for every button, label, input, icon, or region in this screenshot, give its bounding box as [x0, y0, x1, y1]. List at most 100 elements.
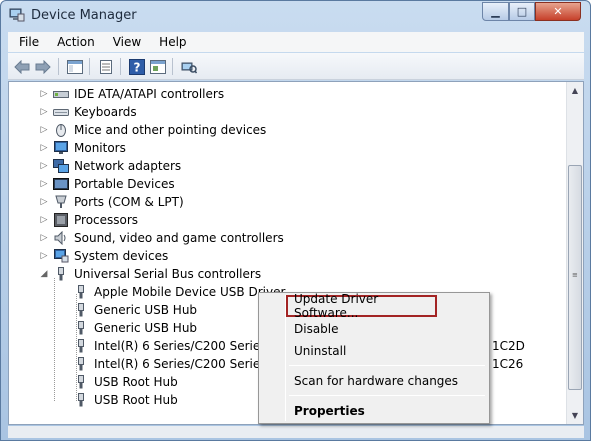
device-manager-icon: [9, 8, 25, 22]
minimize-icon: ▁: [491, 5, 500, 18]
usb-device-label: Generic USB Hub: [94, 303, 198, 317]
usb-device-item[interactable]: Generic USB Hub: [69, 319, 197, 337]
help-icon: ?: [129, 58, 145, 75]
expand-arrow-icon[interactable]: ▷: [39, 89, 49, 99]
scan-hardware-button[interactable]: [179, 57, 199, 76]
update-driver-button[interactable]: [148, 57, 168, 76]
tree-item-label: Universal Serial Bus controllers: [74, 267, 262, 281]
scroll-up-button[interactable]: ▲: [567, 82, 583, 99]
tree-item-system[interactable]: ▷ System devices: [39, 247, 168, 265]
menu-view[interactable]: View: [102, 35, 148, 49]
usb-device-icon: [78, 375, 84, 389]
expand-arrow-icon[interactable]: ▷: [39, 215, 49, 225]
menu-properties[interactable]: Properties: [261, 400, 487, 422]
expand-arrow-icon[interactable]: ▷: [39, 107, 49, 117]
update-driver-icon: [150, 59, 166, 74]
tree-item-keyboards[interactable]: ▷ Keyboards: [39, 103, 137, 121]
usb-device-label: USB Root Hub: [94, 375, 178, 389]
usb-device-label: Apple Mobile Device USB Driver: [94, 285, 286, 299]
toolbar-separator: [58, 58, 59, 75]
sound-icon: [54, 231, 66, 245]
tree-item-monitors[interactable]: ▷ Monitors: [39, 139, 126, 157]
menu-uninstall[interactable]: Uninstall: [261, 340, 487, 362]
toolbar-separator: [120, 58, 121, 75]
expand-arrow-icon[interactable]: ▷: [39, 233, 49, 243]
port-icon: [55, 195, 67, 208]
properties-button[interactable]: [96, 57, 116, 76]
scroll-up-icon: ▲: [571, 86, 579, 95]
usb-device-icon: [78, 339, 84, 353]
menu-file[interactable]: File: [8, 35, 46, 49]
scroll-down-button[interactable]: ▼: [567, 407, 583, 424]
tree-item-label: System devices: [74, 249, 169, 263]
processor-icon: [54, 213, 68, 227]
svg-text:?: ?: [134, 60, 141, 74]
show-hide-tree-button[interactable]: [65, 57, 85, 76]
expand-arrow-icon[interactable]: ▷: [39, 143, 49, 153]
tree-item-label: Portable Devices: [74, 177, 175, 191]
tree-item-ide[interactable]: ▷ IDE ATA/ATAPI controllers: [39, 85, 225, 103]
close-button[interactable]: ✕: [535, 2, 581, 21]
menu-action[interactable]: Action: [46, 35, 102, 49]
tree-item-label: IDE ATA/ATAPI controllers: [74, 87, 225, 101]
help-button[interactable]: ?: [127, 57, 147, 76]
title-bar[interactable]: Device Manager ▁ □ ✕: [1, 1, 590, 31]
tree-item-ports[interactable]: ▷ Ports (COM & LPT): [39, 193, 184, 211]
tree-item-mice[interactable]: ▷ Mice and other pointing devices: [39, 121, 266, 139]
menu-disable[interactable]: Disable: [261, 318, 487, 340]
show-hide-tree-icon: [67, 59, 83, 74]
tree-item-sound[interactable]: ▷ Sound, video and game controllers: [39, 229, 284, 247]
tree-item-label: Processors: [74, 213, 139, 227]
tree-item-usb[interactable]: ◢ Universal Serial Bus controllers: [39, 265, 261, 283]
forward-button[interactable]: [33, 57, 53, 76]
network-adapter-icon: [53, 159, 69, 173]
tree-item-processors[interactable]: ▷ Processors: [39, 211, 138, 229]
usb-device-item[interactable]: Apple Mobile Device USB Driver: [69, 283, 285, 301]
tree-item-label: Network adapters: [74, 159, 182, 173]
maximize-button[interactable]: □: [509, 2, 535, 21]
scan-hardware-icon: [181, 62, 197, 73]
toolbar: ?: [8, 53, 584, 80]
expand-arrow-icon[interactable]: ▷: [39, 125, 49, 135]
usb-device-label-suffix: 1C2D: [492, 339, 525, 353]
usb-device-item[interactable]: Generic USB Hub: [69, 301, 197, 319]
collapse-arrow-icon[interactable]: ◢: [39, 269, 49, 279]
menu-update-driver[interactable]: Update Driver Software...: [286, 292, 437, 320]
menu-bar: File Action View Help: [8, 32, 584, 52]
usb-device-icon: [78, 393, 84, 407]
scrollbar-thumb[interactable]: ≡: [568, 165, 582, 390]
properties-icon: [100, 59, 112, 74]
back-button[interactable]: [12, 57, 32, 76]
toolbar-separator: [89, 58, 90, 75]
system-device-icon: [54, 249, 69, 263]
minimize-button[interactable]: ▁: [482, 2, 509, 21]
usb-device-item[interactable]: USB Root Hub: [69, 391, 178, 409]
expand-arrow-icon[interactable]: ▷: [39, 197, 49, 207]
ide-controller-icon: [53, 91, 69, 98]
usb-device-label-suffix: 1C26: [492, 357, 524, 371]
menu-scan-hardware[interactable]: Scan for hardware changes: [261, 370, 487, 392]
maximize-icon: □: [516, 5, 528, 18]
tree-item-label: Monitors: [74, 141, 126, 155]
mouse-icon: [56, 124, 66, 137]
tree-item-network[interactable]: ▷ Network adapters: [39, 157, 181, 175]
tree-item-label: Mice and other pointing devices: [74, 123, 267, 137]
usb-device-icon: [78, 321, 84, 335]
scrollbar-grip-icon: ≡: [572, 271, 578, 279]
close-icon: ✕: [553, 5, 563, 18]
menu-help[interactable]: Help: [148, 35, 193, 49]
status-bar: [8, 426, 584, 438]
expand-arrow-icon[interactable]: ▷: [39, 161, 49, 171]
forward-icon: [35, 59, 51, 74]
back-icon: [14, 59, 30, 74]
usb-device-icon: [78, 303, 84, 317]
menu-separator: [289, 395, 485, 396]
toolbar-separator: [172, 58, 173, 75]
expand-arrow-icon[interactable]: ▷: [39, 179, 49, 189]
usb-icon: [58, 267, 64, 281]
tree-item-portable[interactable]: ▷ Portable Devices: [39, 175, 175, 193]
tree-item-label: Keyboards: [74, 105, 137, 119]
vertical-scrollbar[interactable]: ▲ ≡ ▼: [566, 82, 583, 424]
expand-arrow-icon[interactable]: ▷: [39, 251, 49, 261]
usb-device-item[interactable]: USB Root Hub: [69, 373, 178, 391]
